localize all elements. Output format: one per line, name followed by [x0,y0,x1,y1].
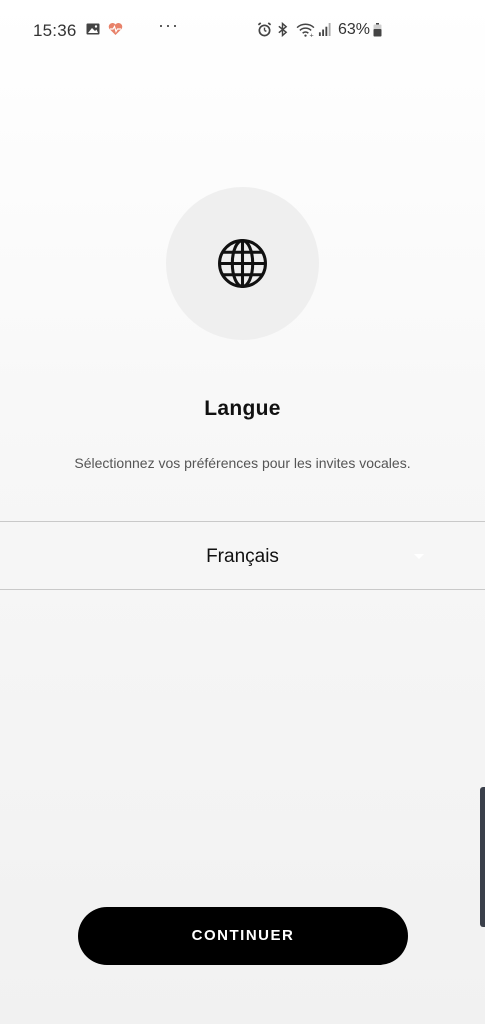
bluetooth-icon [278,22,288,37]
globe-icon-circle [166,187,319,340]
wifi-icon: + [296,23,315,37]
page-title: Langue [204,397,281,420]
language-selected-value: Français [206,546,279,567]
more-notifications-icon: ··· [158,15,179,35]
battery-icon [373,23,382,37]
globe-icon [218,239,267,288]
continue-button[interactable]: CONTINUER [78,907,408,965]
chevron-down-icon [414,554,424,559]
signal-icon [318,23,331,36]
status-bar: 15:36 ··· + 63% [0,0,485,60]
alarm-icon [257,22,272,37]
language-dropdown[interactable]: Français [0,521,485,590]
battery-percent: 63% [338,21,371,38]
gallery-icon [86,23,100,35]
svg-text:+: + [309,33,314,37]
status-time: 15:36 [33,21,77,40]
heart-rate-icon [108,23,123,35]
edge-panel-handle[interactable] [480,787,485,927]
page-subtitle: Sélectionnez vos préférences pour les in… [74,455,411,471]
